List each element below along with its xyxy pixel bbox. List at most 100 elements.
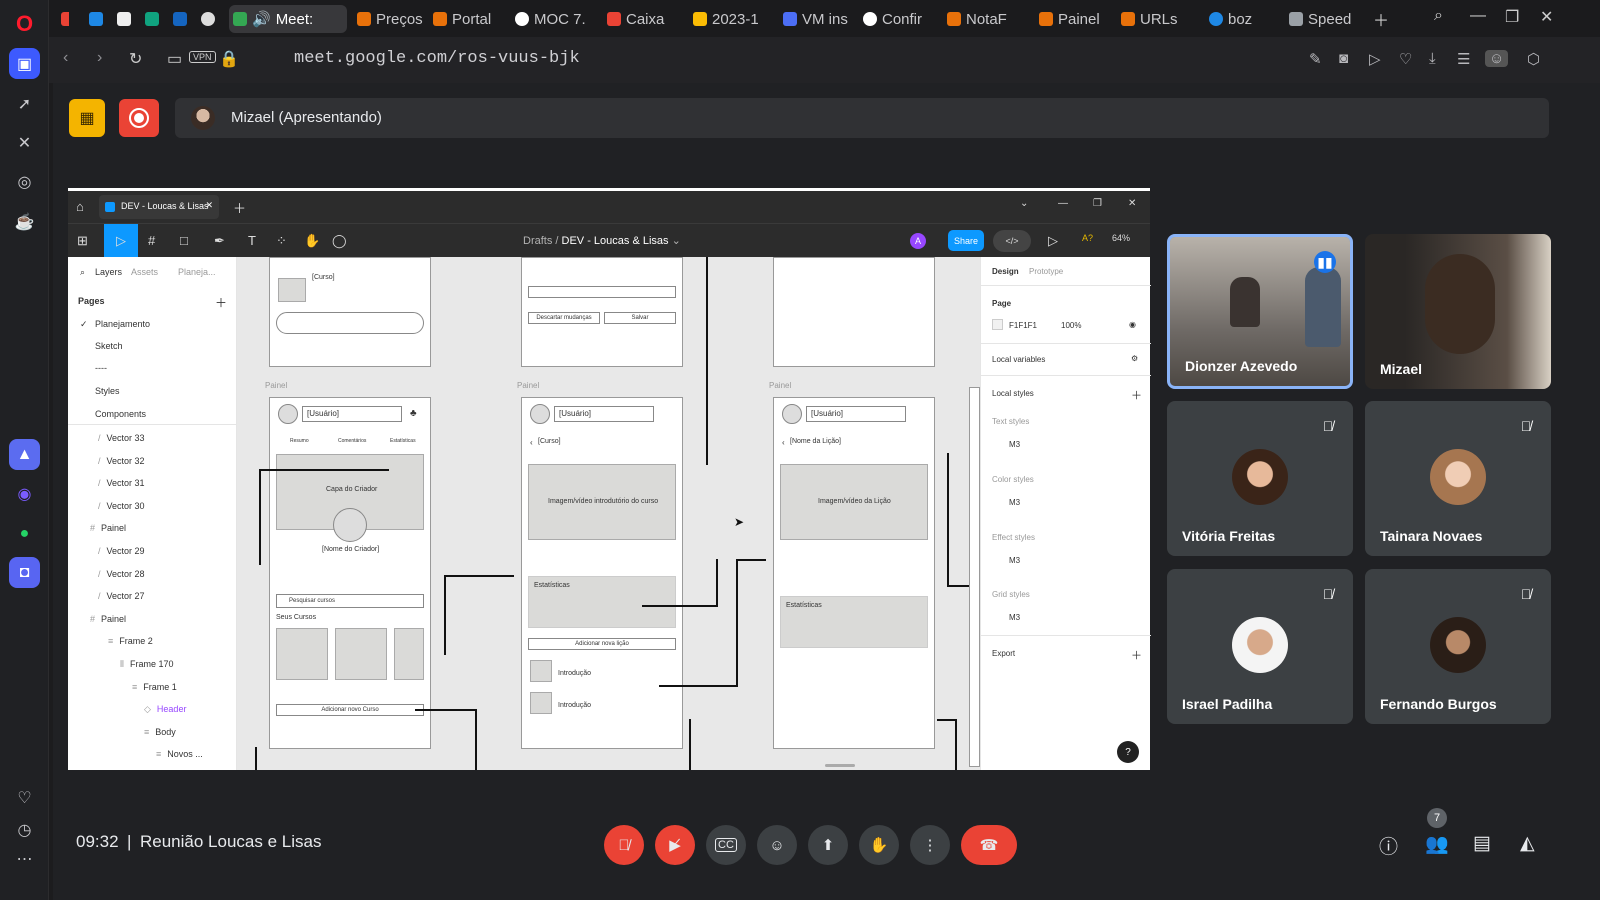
wireframe-frame[interactable]: [Curso]: [269, 257, 431, 367]
history-icon[interactable]: ◷: [9, 814, 40, 845]
frame-tool-icon[interactable]: #: [148, 233, 155, 248]
layer-item[interactable]: / Vector 27: [98, 591, 145, 601]
participant-tile[interactable]: 🎙̸ Fernando Burgos: [1365, 569, 1551, 724]
tab-assets[interactable]: Assets: [131, 267, 158, 277]
participant-tile[interactable]: 🎙̸ Vitória Freitas: [1167, 401, 1353, 556]
layer-item[interactable]: ◇ Header: [144, 704, 186, 715]
tab-caixa[interactable]: Caixa: [603, 5, 679, 33]
share-button[interactable]: Share: [948, 230, 984, 251]
page-item[interactable]: Components: [95, 409, 146, 419]
creator-panel-frame[interactable]: [Usuário] ♣ Resumo Comentários Estatísti…: [269, 397, 431, 749]
chat-icon[interactable]: ▤: [1473, 832, 1491, 855]
figma-canvas[interactable]: [Curso] Descartar mudanças Salvar Painel…: [237, 257, 980, 770]
extensions-icon[interactable]: ⬡: [1527, 50, 1540, 68]
profile-icon[interactable]: ☺: [1485, 50, 1509, 67]
more-options-button[interactable]: ⋮: [910, 825, 950, 865]
add-export-icon[interactable]: ＋: [1131, 647, 1142, 663]
easy-setup-icon[interactable]: ☰: [1457, 50, 1470, 68]
tab-2023[interactable]: 2023-1: [689, 5, 769, 33]
stop-presenting-button[interactable]: ▦: [69, 99, 105, 137]
workspace-icon[interactable]: ▣: [9, 48, 40, 79]
activities-icon[interactable]: ◭: [1520, 832, 1535, 855]
close-icon[interactable]: ✕: [1128, 198, 1136, 209]
layer-item[interactable]: / Vector 32: [98, 456, 145, 466]
speaker-icon[interactable]: 🔊: [252, 10, 271, 28]
search-icon[interactable]: ⌕: [80, 267, 85, 278]
page-opacity-value[interactable]: 100%: [1061, 321, 1081, 330]
wireframe-frame[interactable]: Descartar mudanças Salvar: [521, 257, 683, 367]
style-item[interactable]: M3: [1009, 498, 1020, 507]
style-item[interactable]: M3: [1009, 556, 1020, 565]
layer-item[interactable]: # Painel: [90, 523, 126, 533]
camera-icon[interactable]: ▭: [167, 49, 182, 69]
pinned-tab[interactable]: [141, 5, 163, 33]
course-frame[interactable]: [Usuário] ‹ [Curso] Imagem/vídeo introdu…: [521, 397, 683, 749]
figma-file-tab[interactable]: DEV - Loucas & Lisas ✕: [99, 195, 219, 219]
variables-icon[interactable]: ⚙: [1131, 354, 1138, 363]
tab-design[interactable]: Design: [992, 267, 1019, 276]
forward-icon[interactable]: ›: [97, 49, 102, 67]
tab-page-select[interactable]: Planeja...: [178, 267, 216, 277]
vpn-badge[interactable]: VPN: [189, 51, 216, 63]
tab-confir[interactable]: Confir: [859, 5, 939, 33]
camera-toggle-button[interactable]: ▶̸: [655, 825, 695, 865]
layer-item[interactable]: ≡ Frame 2: [108, 636, 153, 646]
url-field[interactable]: meet.google.com/ros-vuus-bjk: [294, 49, 580, 68]
wireframe-frame[interactable]: [773, 257, 935, 367]
lesson-frame[interactable]: [Usuário] ‹ [Nome da Lição] Imagem/vídeo…: [773, 397, 935, 749]
tab-meet[interactable]: 🔊 Meet:: [229, 5, 347, 33]
tab-precos[interactable]: Preços: [353, 5, 427, 33]
add-style-icon[interactable]: ＋: [1131, 387, 1142, 403]
maximize-icon[interactable]: ❐: [1505, 7, 1519, 27]
minimize-icon[interactable]: —: [1058, 198, 1068, 209]
chevron-down-icon[interactable]: ⌄: [672, 235, 681, 247]
maximize-icon[interactable]: ❐: [1093, 198, 1102, 209]
tab-prototype[interactable]: Prototype: [1029, 267, 1063, 276]
tab-layers[interactable]: Layers: [95, 267, 122, 277]
breadcrumb-file[interactable]: DEV - Loucas & Lisas: [562, 235, 669, 247]
snapshot-icon[interactable]: ◙: [1339, 50, 1348, 67]
pinned-tabs[interactable]: [57, 5, 69, 33]
coffee-icon[interactable]: ☕: [9, 206, 40, 237]
lock-icon[interactable]: 🔒: [219, 49, 239, 69]
user-avatar[interactable]: A: [910, 233, 926, 249]
new-tab-icon[interactable]: ＋: [1373, 7, 1389, 31]
local-variables[interactable]: Local variables: [992, 355, 1045, 364]
add-page-icon[interactable]: ＋: [215, 294, 227, 311]
participant-tile[interactable]: 🎙̸ Tainara Novaes: [1365, 401, 1551, 556]
move-tool-icon[interactable]: ▷: [104, 224, 138, 258]
edit-icon[interactable]: ✎: [1309, 50, 1322, 68]
page-item[interactable]: Styles: [95, 386, 120, 396]
tab-speed[interactable]: Speed: [1285, 5, 1365, 33]
aria-icon[interactable]: ◎: [9, 166, 40, 197]
raise-hand-button[interactable]: ✋: [859, 825, 899, 865]
tab-painel[interactable]: Painel: [1035, 5, 1111, 33]
minimize-icon[interactable]: —: [1470, 7, 1486, 25]
heart-toolbar-icon[interactable]: ♡: [1399, 50, 1412, 68]
whatsapp-icon[interactable]: ●: [9, 518, 40, 549]
layer-item[interactable]: / Vector 30: [98, 501, 145, 511]
layer-item[interactable]: ≡ Frame 1: [132, 682, 177, 692]
page-color-value[interactable]: F1F1F1: [1009, 321, 1037, 330]
layer-item[interactable]: ≡ Body: [144, 727, 176, 737]
messenger-icon[interactable]: ◉: [9, 478, 40, 509]
pinned-tab[interactable]: [85, 5, 107, 33]
reactions-button[interactable]: ☺: [757, 825, 797, 865]
more-icon[interactable]: ⋯: [9, 843, 40, 874]
page-item[interactable]: Sketch: [95, 341, 123, 351]
mic-toggle-button[interactable]: 🎙̸: [604, 825, 644, 865]
page-color-swatch[interactable]: [992, 319, 1003, 330]
resources-icon[interactable]: ⁘: [276, 233, 287, 249]
pinned-tab[interactable]: [113, 5, 135, 33]
help-icon[interactable]: ?: [1117, 741, 1139, 763]
home-icon[interactable]: ⌂: [76, 199, 84, 214]
layer-item[interactable]: / Vector 33: [98, 433, 145, 443]
layer-item[interactable]: ≡ Novos ...: [156, 749, 203, 759]
tab-portal[interactable]: Portal: [429, 5, 503, 33]
pinned-tab[interactable]: [197, 5, 219, 33]
pinned-tab[interactable]: [169, 5, 191, 33]
new-tab-icon[interactable]: ＋: [233, 198, 246, 217]
app-icon[interactable]: ▲: [9, 439, 40, 470]
scrollbar[interactable]: [825, 764, 855, 767]
opera-logo-icon[interactable]: O: [9, 8, 40, 39]
